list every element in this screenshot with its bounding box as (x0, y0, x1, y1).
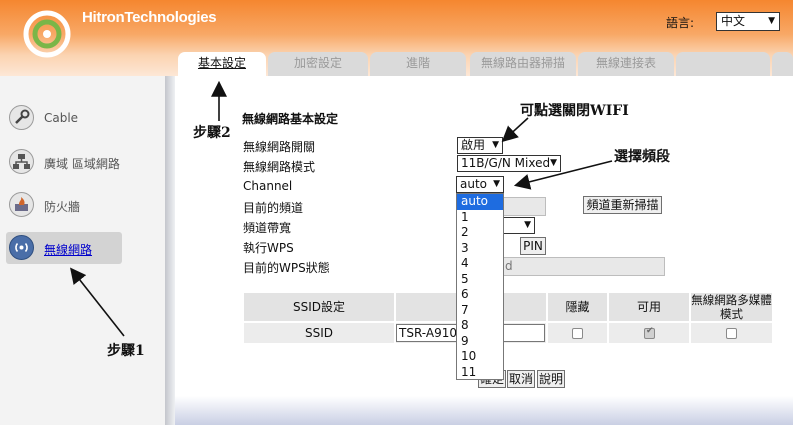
arrow-step1 (70, 267, 125, 337)
arrow-select-band (513, 160, 613, 190)
arrow-close-wifi (501, 117, 529, 143)
annotation-arrows (70, 80, 613, 337)
